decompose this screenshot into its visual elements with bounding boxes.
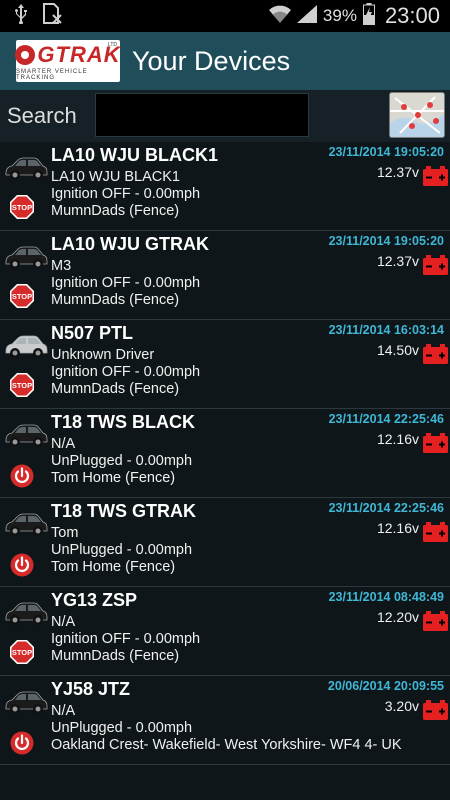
device-voltage: 12.20v xyxy=(376,609,419,625)
svg-text:STOP: STOP xyxy=(12,381,32,390)
device-datetime: 23/11/2014 08:48:49 xyxy=(328,590,444,604)
device-datetime: 20/06/2014 20:09:55 xyxy=(327,679,444,693)
stop-sign-icon: STOP xyxy=(10,284,34,308)
battery-icon xyxy=(423,522,448,542)
wifi-icon xyxy=(268,5,291,28)
power-icon xyxy=(10,464,34,488)
device-reg: LA10 WJU BLACK1 xyxy=(51,145,219,165)
device-row[interactable]: STOP N507 PTL Unknown Driver Ignition OF… xyxy=(0,320,450,409)
device-reg: T18 TWS BLACK xyxy=(51,412,195,432)
device-voltage: 12.16v xyxy=(376,520,419,536)
device-status: Ignition OFF - 0.00mph xyxy=(51,631,201,647)
battery-icon xyxy=(423,344,448,364)
device-row[interactable]: T18 TWS GTRAK Tom UnPlugged - 0.00mph To… xyxy=(0,498,450,587)
battery-percent: 39% xyxy=(322,6,357,25)
device-status: UnPlugged - 0.00mph xyxy=(51,453,193,469)
device-location: MumnDads (Fence) xyxy=(51,292,180,308)
app-header: LTD GTRAK SMARTER VEHICLE TRACKING Your … xyxy=(0,32,450,92)
map-icon xyxy=(390,93,444,137)
battery-icon xyxy=(423,433,448,453)
device-datetime: 23/11/2014 16:03:14 xyxy=(328,323,444,337)
device-status: UnPlugged - 0.00mph xyxy=(51,720,193,736)
black-car-icon xyxy=(5,157,48,180)
device-voltage: 12.37v xyxy=(376,164,419,180)
device-list: STOP LA10 WJU BLACK1 LA10 WJU BLACK1 Ign… xyxy=(0,142,450,765)
device-row[interactable]: STOP LA10 WJU GTRAK M3 Ignition OFF - 0.… xyxy=(0,231,450,320)
page-title: Your Devices xyxy=(132,45,291,76)
power-icon xyxy=(10,553,34,577)
device-reg: YG13 ZSP xyxy=(51,590,138,610)
device-datetime: 23/11/2014 19:05:20 xyxy=(328,145,444,159)
stop-sign-icon: STOP xyxy=(10,640,34,664)
status-bar: 39% 23:00 xyxy=(0,0,450,32)
device-voltage: 3.20v xyxy=(384,698,419,714)
device-voltage: 12.37v xyxy=(376,253,419,269)
device-datetime: 23/11/2014 22:25:46 xyxy=(328,501,444,515)
device-status: Ignition OFF - 0.00mph xyxy=(51,186,201,202)
svg-text:STOP: STOP xyxy=(12,203,32,212)
black-car-icon xyxy=(5,513,48,536)
logo-target-icon xyxy=(15,44,36,65)
device-location: Oakland Crest- Wakefield- West Yorkshire… xyxy=(51,737,402,753)
device-location: Tom Home (Fence) xyxy=(51,470,176,486)
device-driver: LA10 WJU BLACK1 xyxy=(51,169,180,185)
search-input[interactable] xyxy=(95,93,309,137)
device-voltage: 14.50v xyxy=(376,342,419,358)
device-driver: N/A xyxy=(51,436,76,452)
battery-charging-icon xyxy=(362,2,375,30)
gtrak-logo: LTD GTRAK SMARTER VEHICLE TRACKING xyxy=(15,40,120,82)
battery-icon xyxy=(423,700,448,720)
device-row[interactable]: T18 TWS BLACK N/A UnPlugged - 0.00mph To… xyxy=(0,409,450,498)
clock: 23:00 xyxy=(384,3,440,28)
logo-ltd: LTD xyxy=(107,42,117,48)
device-driver: N/A xyxy=(51,614,76,630)
stop-sign-icon: STOP xyxy=(10,195,34,219)
black-car-icon xyxy=(5,246,48,269)
black-car-icon xyxy=(5,691,48,714)
device-row[interactable]: YJ58 JTZ N/A UnPlugged - 0.00mph Oakland… xyxy=(0,676,450,765)
device-location: MumnDads (Fence) xyxy=(51,203,180,219)
battery-icon xyxy=(423,166,448,186)
device-status: UnPlugged - 0.00mph xyxy=(51,542,193,558)
logo-subtitle: SMARTER VEHICLE TRACKING xyxy=(16,68,88,81)
device-driver: Tom xyxy=(51,525,79,541)
map-button[interactable] xyxy=(389,92,445,138)
device-datetime: 23/11/2014 22:25:46 xyxy=(328,412,444,426)
usb-icon xyxy=(14,3,28,29)
svg-text:STOP: STOP xyxy=(12,648,32,657)
battery-icon xyxy=(423,611,448,631)
device-reg: T18 TWS GTRAK xyxy=(51,501,197,521)
device-voltage: 12.16v xyxy=(376,431,419,447)
stop-sign-icon: STOP xyxy=(10,373,34,397)
device-reg: LA10 WJU GTRAK xyxy=(51,234,210,254)
device-status: Ignition OFF - 0.00mph xyxy=(51,364,201,380)
sim-missing-icon xyxy=(42,2,62,30)
search-bar: Search xyxy=(0,90,450,142)
device-row[interactable]: STOP YG13 ZSP N/A Ignition OFF - 0.00mph… xyxy=(0,587,450,676)
black-car-icon xyxy=(5,424,48,447)
battery-icon xyxy=(423,255,448,275)
signal-icon xyxy=(296,4,317,28)
device-driver: Unknown Driver xyxy=(51,347,155,363)
device-reg: N507 PTL xyxy=(51,323,134,343)
silver-suv-icon xyxy=(5,335,48,358)
device-location: MumnDads (Fence) xyxy=(51,381,180,397)
device-location: Tom Home (Fence) xyxy=(51,559,176,575)
device-status: Ignition OFF - 0.00mph xyxy=(51,275,201,291)
device-row[interactable]: STOP LA10 WJU BLACK1 LA10 WJU BLACK1 Ign… xyxy=(0,142,450,231)
search-label: Search xyxy=(7,103,77,128)
power-icon xyxy=(10,731,34,755)
device-location: MumnDads (Fence) xyxy=(51,648,180,664)
black-car-icon xyxy=(5,602,48,625)
device-reg: YJ58 JTZ xyxy=(51,679,131,699)
device-datetime: 23/11/2014 19:05:20 xyxy=(328,234,444,248)
device-driver: N/A xyxy=(51,703,76,719)
device-driver: M3 xyxy=(51,258,72,274)
svg-text:STOP: STOP xyxy=(12,292,32,301)
